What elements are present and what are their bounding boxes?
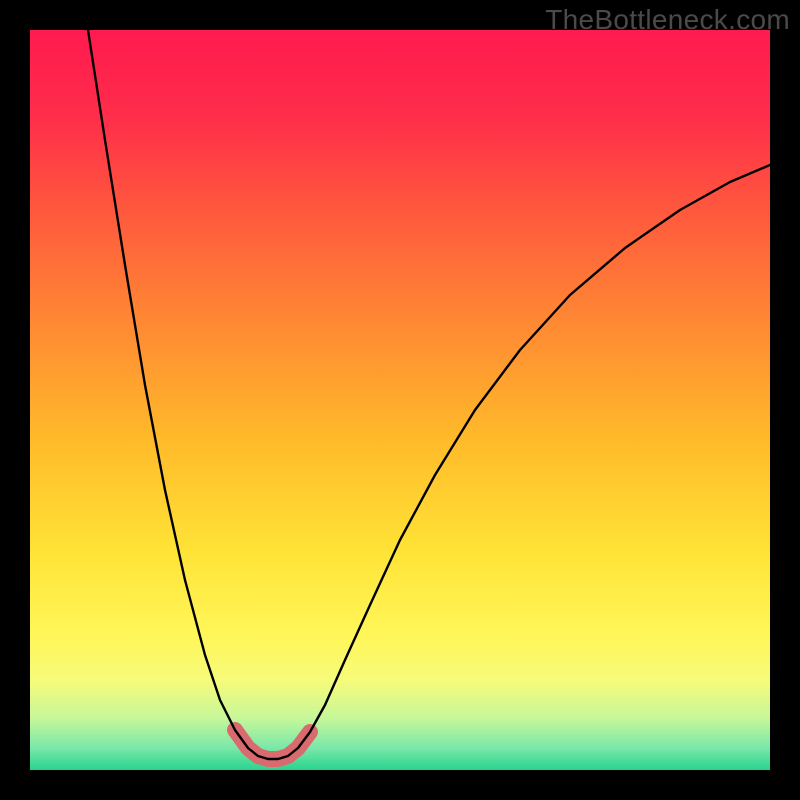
- gradient-background: [30, 30, 770, 770]
- chart-svg: [30, 30, 770, 770]
- plot-area: [30, 30, 770, 770]
- watermark-text: TheBottleneck.com: [545, 4, 790, 36]
- chart-container: TheBottleneck.com: [0, 0, 800, 800]
